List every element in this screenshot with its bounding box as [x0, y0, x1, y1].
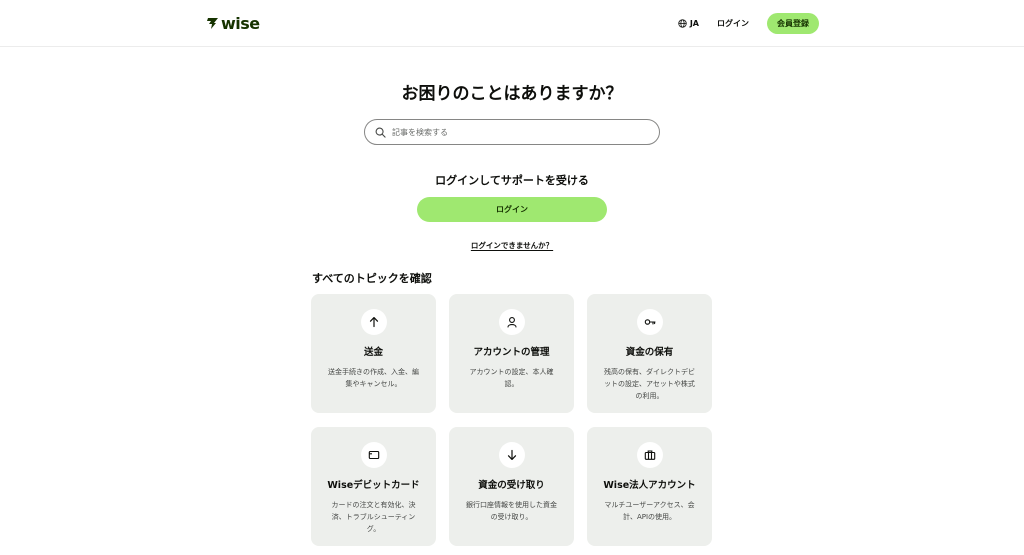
- cant-login-link[interactable]: ログインできませんか？: [471, 241, 553, 250]
- topic-card-description: 送金手続きの作成、入金、編集やキャンセル。: [328, 368, 419, 388]
- topic-card-send-money[interactable]: 送金 送金手続きの作成、入金、編集やキャンセル。: [311, 294, 436, 413]
- briefcase-icon: [636, 442, 663, 468]
- topic-card-debit-card[interactable]: Wiseデビットカード カードの注文と有効化、決済、トラブルシューティング。: [311, 427, 436, 546]
- topic-card-business-account[interactable]: Wise法人アカウント マルチユーザーアクセス、会計、APIの使用。: [587, 427, 712, 546]
- topic-card-title: 送金: [363, 347, 383, 358]
- card-icon: [360, 442, 387, 468]
- topic-card-title: 資金の保有: [625, 347, 674, 358]
- topic-card-description: 銀行口座情報を使用した資金の受け取り。: [466, 501, 557, 521]
- language-label: JA: [689, 18, 699, 28]
- page-title: お困りのことはありますか？: [401, 84, 623, 104]
- topic-card-holding-money[interactable]: 資金の保有 残高の保有、ダイレクトデビットの設定、アセットや株式の利用。: [587, 294, 712, 413]
- topic-card-description: アカウントの設定、本人確認。: [469, 368, 554, 388]
- topic-card-title: Wiseデビットカード: [327, 480, 420, 491]
- signup-button[interactable]: 会員登録: [767, 12, 819, 34]
- top-header: wise JA ログイン 会員登録: [0, 0, 1024, 47]
- cant-login-row: ログインできませんか？: [0, 233, 1024, 252]
- topics-heading: すべてのトピックを確認: [312, 272, 432, 285]
- topic-card-description: 残高の保有、ダイレクトデビットの設定、アセットや株式の利用。: [604, 368, 695, 400]
- topic-card-description: マルチユーザーアクセス、会計、APIの使用。: [604, 501, 695, 521]
- person-icon: [498, 309, 525, 335]
- arrow-up-icon: [360, 309, 387, 335]
- header-nav: JA ログイン 会員登録: [678, 12, 819, 34]
- topic-card-title: Wise法人アカウント: [603, 480, 696, 491]
- login-button[interactable]: ログイン: [417, 197, 607, 222]
- logo-text: wise: [221, 13, 260, 33]
- header-login-link[interactable]: ログイン: [717, 18, 749, 29]
- globe-icon: [678, 18, 687, 28]
- search-input[interactable]: [392, 127, 659, 137]
- search-icon: [375, 127, 386, 138]
- search-box[interactable]: [364, 119, 660, 145]
- topic-card-title: 資金の受け取り: [478, 480, 545, 491]
- topic-card-account[interactable]: アカウントの管理 アカウントの設定、本人確認。: [449, 294, 574, 413]
- wise-logo[interactable]: wise: [205, 12, 260, 34]
- arrow-down-icon: [498, 442, 525, 468]
- topic-card-receive-money[interactable]: 資金の受け取り 銀行口座情報を使用した資金の受け取り。: [449, 427, 574, 546]
- language-selector[interactable]: JA: [678, 19, 699, 28]
- key-icon: [636, 309, 663, 335]
- login-heading: ログインしてサポートを受ける: [435, 174, 589, 187]
- topic-card-description: カードの注文と有効化、決済、トラブルシューティング。: [331, 501, 416, 533]
- wise-flag-icon: [207, 18, 218, 29]
- page: wise JA ログイン 会員登録 お困りのことはありますか？ ログインしてサポ…: [0, 0, 1024, 555]
- topics-grid: 送金 送金手続きの作成、入金、編集やキャンセル。 アカウントの管理 アカウントの…: [311, 294, 713, 546]
- topic-card-title: アカウントの管理: [473, 347, 550, 358]
